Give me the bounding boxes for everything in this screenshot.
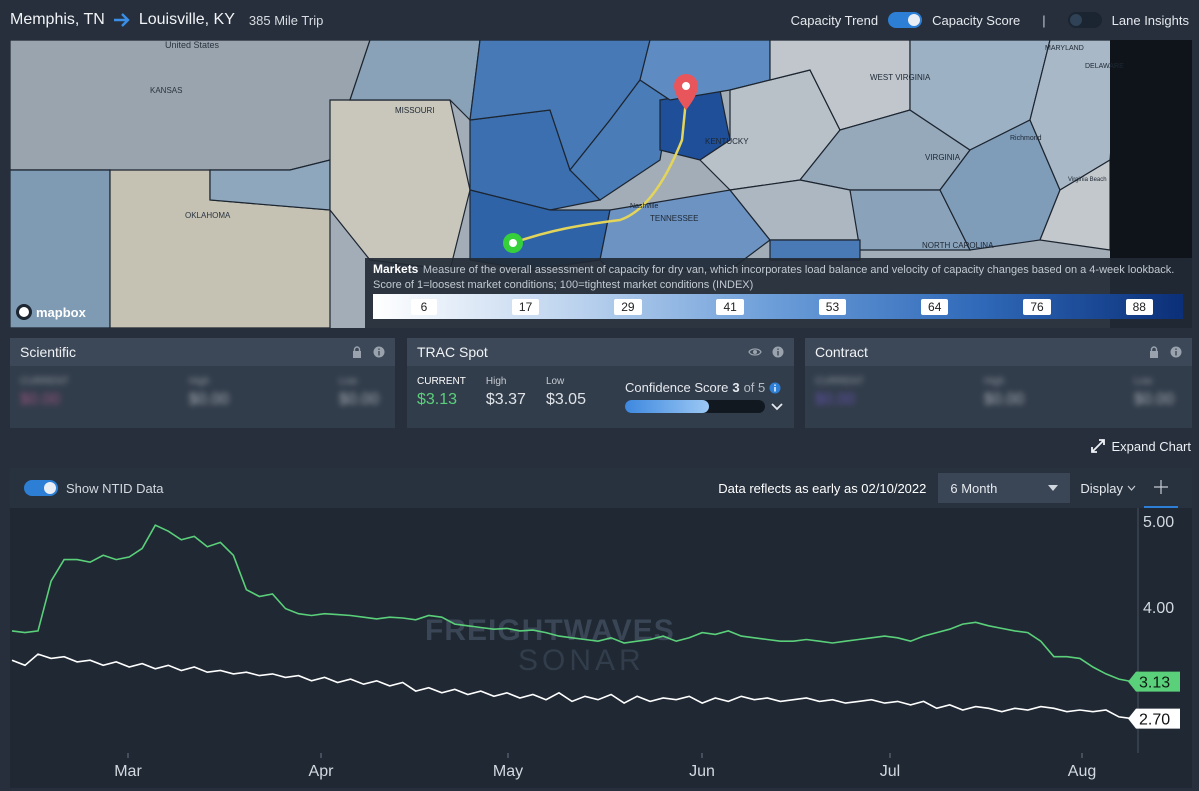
rate-line-chart[interactable]: FREIGHTWAVES SONAR 5.00 4.00 Mar Apr May Jun J… <box>10 508 1192 788</box>
crosshair-tool[interactable] <box>1144 468 1178 508</box>
scientific-card: Scientific CURRENT $0.00 High $0.00 Low $0.… <box>10 338 395 428</box>
legend-tick: 53 <box>818 298 847 315</box>
map-label: NORTH CAROLINA <box>922 241 994 250</box>
origin-city: Memphis, TN <box>10 11 105 28</box>
info-icon[interactable] <box>1170 346 1182 358</box>
lane-insights-toggle[interactable] <box>1067 12 1102 28</box>
map-label: WEST VIRGINIA <box>870 73 931 82</box>
capacity-mode-toggle[interactable] <box>888 12 923 28</box>
lock-icon <box>353 346 361 358</box>
contract-card: Contract CURRENT $0.00 High $0.00 Low $0.00 <box>805 338 1192 428</box>
x-tick-label: Jun <box>689 763 715 780</box>
map-label: Nashville <box>630 203 659 210</box>
x-tick-label: Mar <box>114 763 142 780</box>
info-icon[interactable] <box>772 346 784 358</box>
legend-tick: 6 <box>411 298 437 315</box>
trip-distance: 385 Mile Trip <box>248 12 324 28</box>
watermark: SONAR <box>518 644 645 677</box>
chart-toolbar: Show NTID Data Data reflects as early as… <box>10 468 1192 508</box>
legend-description: Measure of the overall assessment of cap… <box>373 264 1175 291</box>
low-rate: $3.05 <box>545 391 586 408</box>
map-label: MISSOURI <box>395 106 435 115</box>
arrow-right-icon <box>113 13 130 27</box>
legend-tick: 88 <box>1125 298 1153 315</box>
y-tick-label: 5.00 <box>1143 514 1174 531</box>
legend-tick: 41 <box>716 298 744 315</box>
high-label: High <box>485 376 507 387</box>
display-menu[interactable]: Display <box>1080 481 1136 496</box>
mapbox-logo-icon <box>16 304 32 320</box>
info-icon[interactable] <box>373 346 385 358</box>
rate-chart-panel: Show NTID Data Data reflects as early as… <box>10 468 1192 788</box>
legend-tick: 29 <box>614 298 642 315</box>
crosshair-icon <box>1154 480 1168 494</box>
watermark: FREIGHTWAVES <box>425 614 675 647</box>
current-rate: $3.13 <box>417 391 458 408</box>
markets-legend: Markets Measure of the overall assessmen… <box>365 258 1192 328</box>
lane-insights-label: Lane Insights <box>1111 12 1189 28</box>
chevron-down-icon <box>1127 485 1136 491</box>
x-tick-label: Aug <box>1068 763 1096 780</box>
x-tick-label: Apr <box>309 763 335 780</box>
map-label: KENTUCKY <box>705 137 749 146</box>
map-label: United States <box>165 40 220 50</box>
expand-icon <box>1090 439 1105 453</box>
mapbox-logo: mapbox <box>16 304 86 320</box>
eye-icon[interactable] <box>748 346 762 358</box>
map-label: KANSAS <box>150 86 182 95</box>
map-label: OKLAHOMA <box>185 211 231 220</box>
caret-down-icon <box>1048 485 1059 491</box>
destination-city: Louisville, KY <box>138 11 235 28</box>
capacity-map[interactable]: United States KANSAS MISSOURI OKLAHOMA T… <box>10 40 1192 328</box>
last-value-label: 2.70 <box>1139 712 1170 729</box>
legend-title: Markets <box>373 262 419 276</box>
contract-values: CURRENT $0.00 High $0.00 Low $0.00 <box>815 376 1174 408</box>
time-range-select[interactable]: 6 Month <box>938 473 1071 503</box>
data-reflects-text: Data reflects as early as 02/10/2022 <box>718 480 927 496</box>
low-label: Low <box>545 376 565 387</box>
legend-tick: 64 <box>921 298 949 315</box>
map-label: VIRGINIA <box>925 153 961 162</box>
capacity-score-label: Capacity Score <box>932 12 1021 28</box>
x-tick-label: Jul <box>880 763 900 780</box>
map-label: TENNESSEE <box>650 214 698 223</box>
trac-values: CURRENT $3.13 High $3.37 Low $3.05 Confiden… <box>407 366 794 428</box>
show-ntid-toggle[interactable] <box>24 480 58 496</box>
lane-header: Memphis, TN Louisville, KY 385 Mile Trip… <box>0 0 1199 40</box>
y-tick-label: 4.00 <box>1143 600 1174 617</box>
header-separator: | <box>1042 12 1046 28</box>
map-label: Richmond <box>1010 135 1042 142</box>
card-title: Contract <box>815 344 868 360</box>
legend-tick: 17 <box>511 298 540 315</box>
map-label: DELAWARE <box>1085 63 1124 70</box>
confidence-score: Confidence Score 3 of 5 <box>625 380 785 413</box>
legend-tick: 76 <box>1023 298 1051 315</box>
show-ntid-label: Show NTID Data <box>66 480 164 496</box>
x-tick-label: May <box>493 763 523 780</box>
legend-scale: 6 17 29 41 53 64 76 88 <box>373 294 1183 319</box>
map-label: Virginia Beach <box>1068 177 1107 183</box>
card-title: Scientific <box>20 344 77 360</box>
last-value-label: 3.13 <box>1139 675 1170 692</box>
card-title: TRAC Spot <box>417 344 488 360</box>
trac-spot-card: TRAC Spot CURRENT $3.13 High $3.37 Low $3.0… <box>407 338 794 428</box>
capacity-trend-label: Capacity Trend <box>790 12 879 28</box>
high-rate: $3.37 <box>485 391 526 408</box>
lock-icon <box>1150 346 1158 358</box>
confidence-bar <box>625 400 765 413</box>
info-icon[interactable] <box>769 382 781 394</box>
scientific-values: CURRENT $0.00 High $0.00 Low $0.00 <box>20 376 379 408</box>
expand-chart-button[interactable]: Expand Chart <box>1090 438 1191 454</box>
map-label: MARYLAND <box>1045 45 1084 52</box>
route: Memphis, TN Louisville, KY 385 Mile Trip <box>10 11 323 29</box>
current-label: CURRENT <box>417 376 466 387</box>
chevron-down-icon[interactable] <box>771 402 783 412</box>
